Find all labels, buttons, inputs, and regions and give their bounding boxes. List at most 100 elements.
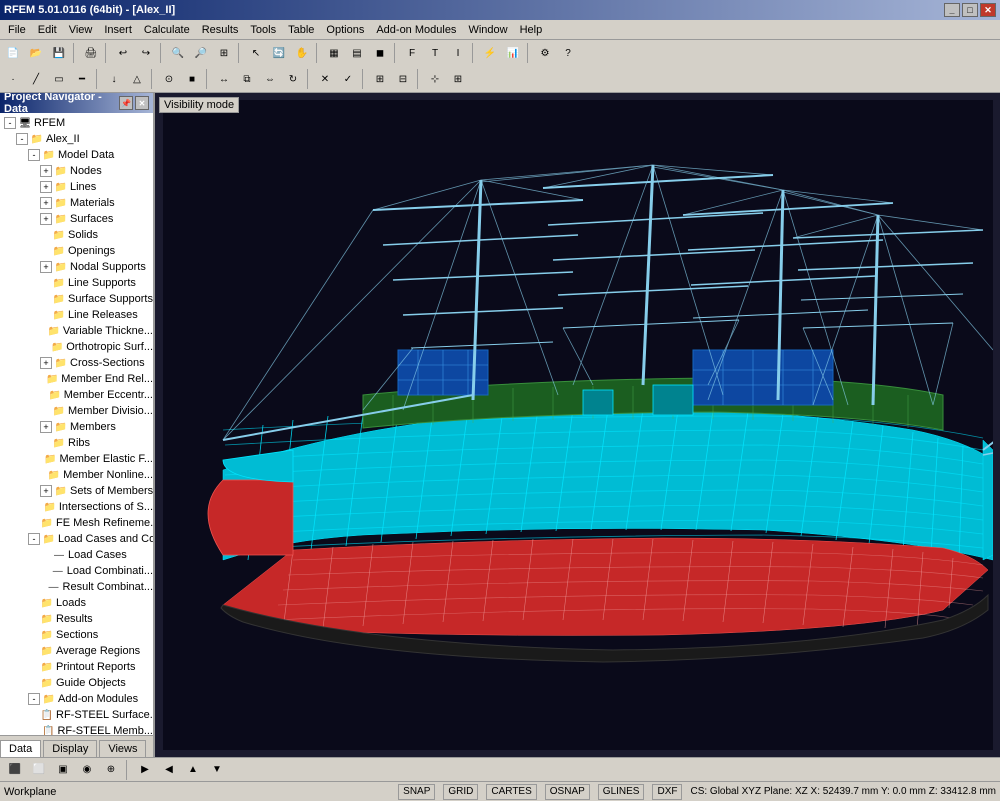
- tb-bottom-1[interactable]: ⬛: [4, 759, 26, 781]
- menu-file[interactable]: File: [2, 22, 32, 38]
- pn-tab-views[interactable]: Views: [99, 740, 146, 757]
- snap-button[interactable]: SNAP: [398, 784, 435, 800]
- tb-render-2[interactable]: ▤: [346, 42, 368, 64]
- members-toggle[interactable]: +: [40, 421, 52, 433]
- tb-bottom-5[interactable]: ⊕: [100, 759, 122, 781]
- tree-member-nonlin[interactable]: 📁 Member Nonline...: [0, 467, 153, 483]
- menu-calculate[interactable]: Calculate: [138, 22, 196, 38]
- materials-toggle[interactable]: +: [40, 197, 52, 209]
- tree-average-regions[interactable]: 📁 Average Regions: [0, 643, 153, 659]
- tb-move[interactable]: ↔: [213, 68, 235, 90]
- tb-rotate[interactable]: 🔄: [268, 42, 290, 64]
- surfaces-toggle[interactable]: +: [40, 213, 52, 225]
- tb-new[interactable]: 📄: [2, 42, 24, 64]
- tb-view4[interactable]: ⊟: [392, 68, 414, 90]
- load-cases-container-toggle[interactable]: -: [28, 533, 40, 545]
- tb-line[interactable]: ╱: [25, 68, 47, 90]
- tree-member-divisio[interactable]: 📁 Member Divisio...: [0, 403, 153, 419]
- glines-button[interactable]: GLINES: [598, 784, 645, 800]
- alexii-toggle[interactable]: -: [16, 133, 28, 145]
- tree-ribs[interactable]: 📁 Ribs: [0, 435, 153, 451]
- sets-of-members-toggle[interactable]: +: [40, 485, 52, 497]
- tb-zoom-out[interactable]: 🔎: [190, 42, 212, 64]
- tb-snap-toggle[interactable]: ⊹: [424, 68, 446, 90]
- tb-bottom-9[interactable]: ▼: [206, 759, 228, 781]
- tb-bottom-7[interactable]: ◀: [158, 759, 180, 781]
- tree-fe-mesh[interactable]: 📁 FE Mesh Refineme...: [0, 515, 153, 531]
- tree-rf-steel-surface[interactable]: 📋 RF-STEEL Surface...: [0, 707, 153, 723]
- tree-loads[interactable]: 📁 Loads: [0, 595, 153, 611]
- tb-open[interactable]: 📂: [25, 42, 47, 64]
- pn-pin-button[interactable]: 📌: [119, 96, 133, 110]
- tb-copy[interactable]: ⧉: [236, 68, 258, 90]
- tree-materials[interactable]: + 📁 Materials: [0, 195, 153, 211]
- tb-bottom-8[interactable]: ▲: [182, 759, 204, 781]
- tree-lines[interactable]: + 📁 Lines: [0, 179, 153, 195]
- menu-view[interactable]: View: [63, 22, 99, 38]
- tree-nodal-supports[interactable]: + 📁 Nodal Supports: [0, 259, 153, 275]
- tb-delete[interactable]: ✕: [314, 68, 336, 90]
- tb-bottom-3[interactable]: ▣: [52, 759, 74, 781]
- tree-load-cases[interactable]: — Load Cases: [0, 547, 153, 563]
- pn-close-button[interactable]: ✕: [135, 96, 149, 110]
- rfem-toggle[interactable]: -: [4, 117, 16, 129]
- close-button[interactable]: ✕: [980, 3, 996, 17]
- tree-rfem[interactable]: - 🖥 RFEM: [0, 115, 153, 131]
- tree-load-combinations[interactable]: — Load Combinati...: [0, 563, 153, 579]
- tb-mirror[interactable]: ⇔: [259, 68, 281, 90]
- menu-options[interactable]: Options: [320, 22, 370, 38]
- nodes-toggle[interactable]: +: [40, 165, 52, 177]
- tree-member-end-rel[interactable]: 📁 Member End Rel...: [0, 371, 153, 387]
- pn-tab-data[interactable]: Data: [0, 740, 41, 757]
- tree-load-cases-container[interactable]: - 📁 Load Cases and Co...: [0, 531, 153, 547]
- tb-bottom-2[interactable]: ⬜: [28, 759, 50, 781]
- tb-pan[interactable]: ✋: [291, 42, 313, 64]
- tb-zoom-all[interactable]: ⊞: [213, 42, 235, 64]
- tree-printout[interactable]: 📁 Printout Reports: [0, 659, 153, 675]
- tb-view-iso[interactable]: I: [447, 42, 469, 64]
- tb-zoom-in[interactable]: 🔍: [167, 42, 189, 64]
- tree-nodes[interactable]: + 📁 Nodes: [0, 163, 153, 179]
- tb-select[interactable]: ↖: [245, 42, 267, 64]
- grid-button[interactable]: GRID: [443, 784, 478, 800]
- osnap-button[interactable]: OSNAP: [545, 784, 590, 800]
- menu-edit[interactable]: Edit: [32, 22, 63, 38]
- tb-bottom-6[interactable]: ▶: [134, 759, 156, 781]
- tree-solids[interactable]: 📁 Solids: [0, 227, 153, 243]
- tb-surface[interactable]: ▭: [48, 68, 70, 90]
- menu-results[interactable]: Results: [196, 22, 245, 38]
- tree-variable-thickness[interactable]: 📁 Variable Thickne...: [0, 323, 153, 339]
- tb-section[interactable]: ⊙: [158, 68, 180, 90]
- menu-tools[interactable]: Tools: [244, 22, 282, 38]
- tb-bottom-4[interactable]: ◉: [76, 759, 98, 781]
- tree-guide-objects[interactable]: 📁 Guide Objects: [0, 675, 153, 691]
- tb-material[interactable]: ■: [181, 68, 203, 90]
- menu-insert[interactable]: Insert: [98, 22, 138, 38]
- tree-model-data[interactable]: - 📁 Model Data: [0, 147, 153, 163]
- tree-cross-sections[interactable]: + 📁 Cross-Sections: [0, 355, 153, 371]
- menu-table[interactable]: Table: [282, 22, 320, 38]
- tree-alexii[interactable]: - 📁 Alex_II: [0, 131, 153, 147]
- menu-help[interactable]: Help: [514, 22, 549, 38]
- menu-addon-modules[interactable]: Add-on Modules: [370, 22, 462, 38]
- tree-result-combinations[interactable]: — Result Combinat...: [0, 579, 153, 595]
- tb-calculate[interactable]: ⚡: [479, 42, 501, 64]
- tree-member-elastic[interactable]: 📁 Member Elastic F...: [0, 451, 153, 467]
- tree-line-supports[interactable]: 📁 Line Supports: [0, 275, 153, 291]
- tb-help-btn[interactable]: ?: [557, 42, 579, 64]
- tb-print[interactable]: 🖨: [80, 42, 102, 64]
- tb-settings[interactable]: ⚙: [534, 42, 556, 64]
- menu-window[interactable]: Window: [462, 22, 513, 38]
- tb-load[interactable]: ↓: [103, 68, 125, 90]
- tb-support[interactable]: △: [126, 68, 148, 90]
- tb-view-top[interactable]: T: [424, 42, 446, 64]
- tb-results[interactable]: 📊: [502, 42, 524, 64]
- tb-rotate2[interactable]: ↻: [282, 68, 304, 90]
- viewport[interactable]: Visibility mode: [155, 93, 1000, 757]
- tb-check[interactable]: ✓: [337, 68, 359, 90]
- tb-render-1[interactable]: ▦: [323, 42, 345, 64]
- tb-save[interactable]: 💾: [48, 42, 70, 64]
- tb-view-front[interactable]: F: [401, 42, 423, 64]
- tb-grid-toggle[interactable]: ⊞: [447, 68, 469, 90]
- tree-openings[interactable]: 📁 Openings: [0, 243, 153, 259]
